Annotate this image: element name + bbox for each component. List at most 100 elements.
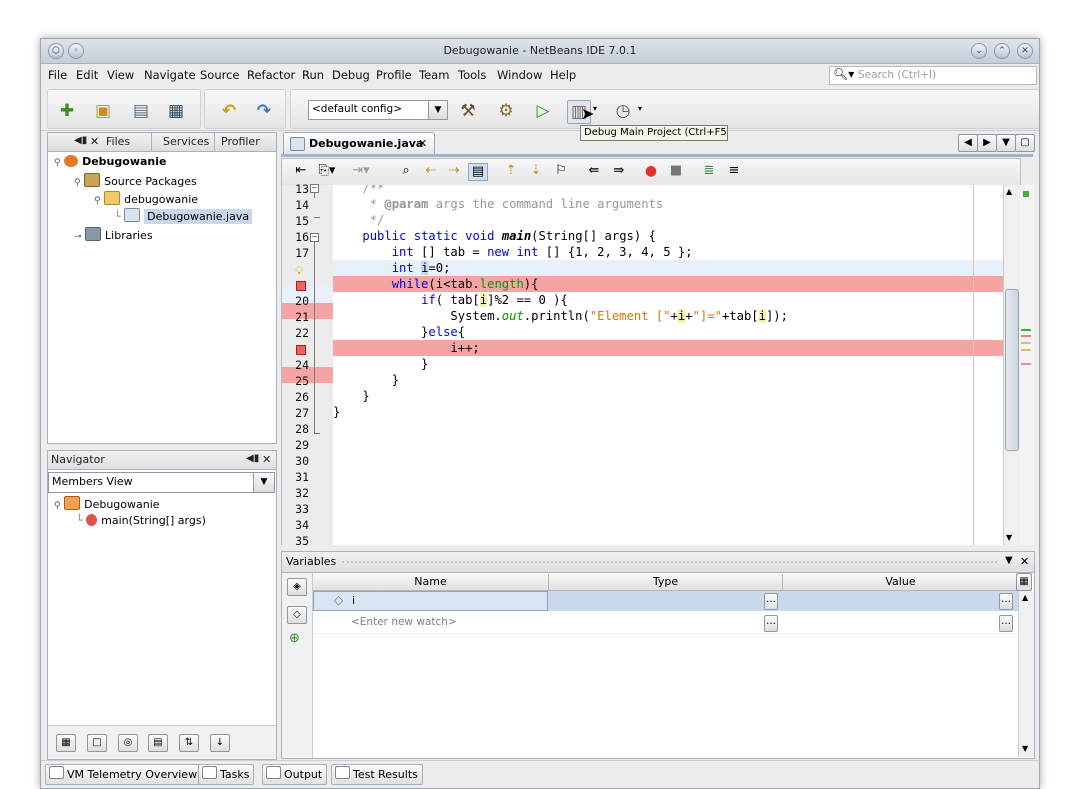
minimize-panel-icon[interactable]: ◀▮	[74, 135, 87, 146]
record-macro-icon[interactable]: ●	[642, 163, 660, 179]
variables-scrollbar[interactable]: ▲ ▼	[1018, 591, 1034, 757]
hint-bulb-icon[interactable]: 💡︎	[295, 264, 303, 279]
stripe-mark[interactable]	[1021, 363, 1031, 365]
toggle-bookmark-icon[interactable]: ⚐	[552, 163, 570, 179]
nav-item-class[interactable]: ⚲ Debugowanie	[54, 496, 160, 511]
minimize-icon[interactable]: ⌄	[971, 43, 987, 59]
build-icon[interactable]: ⚒	[457, 100, 479, 122]
run-icon[interactable]: ▷	[532, 100, 554, 122]
filter-fields-icon[interactable]: ▦	[56, 734, 76, 752]
menu-file[interactable]: File	[48, 68, 67, 82]
menu-source[interactable]: Source	[200, 68, 240, 82]
column-header-type[interactable]: Type	[549, 574, 783, 591]
filter-nonpublic-icon[interactable]: ◎	[118, 734, 138, 752]
toggle-highlight-icon[interactable]: ▤	[468, 163, 488, 181]
menu-view[interactable]: View	[107, 68, 134, 82]
close-panel-icon[interactable]: ✕	[90, 135, 99, 148]
new-watch-icon[interactable]: ⊕	[289, 631, 300, 646]
new-watch-row[interactable]: <Enter new watch> … …	[313, 613, 1018, 634]
locals-icon[interactable]: ◇	[287, 606, 307, 624]
close-tab-icon[interactable]: ✕	[418, 137, 427, 150]
variable-row[interactable]: ◇ i … …	[313, 591, 1018, 611]
column-chooser-icon[interactable]: ▦	[1016, 573, 1032, 591]
show-documents-icon[interactable]: ▼	[996, 134, 1016, 152]
breakpoint-icon[interactable]	[296, 345, 306, 355]
menu-refactor[interactable]: Refactor	[247, 68, 295, 82]
stripe-mark[interactable]	[1021, 342, 1031, 344]
menu-team[interactable]: Team	[419, 68, 449, 82]
test-results-button[interactable]: Test Results	[331, 764, 423, 785]
menu-run[interactable]: Run	[302, 68, 324, 82]
forward-icon[interactable]: ⇥▾	[352, 163, 370, 179]
menu-debug[interactable]: Debug	[332, 68, 370, 82]
chevron-down-icon[interactable]: ▼	[428, 101, 447, 119]
column-header-name[interactable]: Name	[313, 574, 549, 591]
find-next-icon[interactable]: ⇢	[445, 163, 463, 179]
menu-window[interactable]: Window	[497, 68, 542, 82]
expand-icon[interactable]: ⚲	[54, 501, 61, 511]
expand-icon[interactable]: ⊸	[74, 232, 82, 242]
stop-macro-icon[interactable]: ■	[667, 163, 685, 179]
scroll-tabs-left-icon[interactable]: ◀	[958, 134, 978, 152]
menu-tools[interactable]: Tools	[458, 68, 486, 82]
clean-build-icon[interactable]: ⚙	[495, 100, 517, 122]
prev-bookmark-icon[interactable]: ⇡	[502, 163, 520, 179]
filter-inherited-icon[interactable]: ▤	[148, 734, 168, 752]
nav-item-method[interactable]: └ main(String[] args)	[76, 514, 206, 527]
panel-menu-icon[interactable]: ▼	[1005, 555, 1013, 566]
search-box[interactable]: 🔍︎▾ Search (Ctrl+I)	[829, 66, 1037, 85]
expand-icon[interactable]: ⚲	[94, 196, 101, 206]
tree-item-source-packages[interactable]: ⚲ Source Packages	[74, 173, 197, 188]
scroll-tabs-right-icon[interactable]: ▶	[977, 134, 997, 152]
type-ellipsis-button[interactable]: …	[764, 615, 778, 632]
close-icon[interactable]: ✕	[1017, 43, 1033, 59]
uncomment-icon[interactable]: ≡	[725, 163, 743, 179]
sort-source-icon[interactable]: ↓	[210, 734, 230, 752]
close-panel-icon[interactable]: ✕	[262, 453, 271, 466]
expand-icon[interactable]: ⚲	[54, 158, 61, 168]
expand-icon[interactable]: ⚲	[74, 178, 81, 188]
chevron-down-icon[interactable]: ▼	[253, 473, 274, 492]
redo-icon[interactable]: ↷	[253, 100, 275, 122]
tab-profiler[interactable]: Profiler	[221, 135, 260, 148]
column-header-value[interactable]: Value	[783, 574, 1019, 591]
tree-item-java-file[interactable]: └ Debugowanie.java	[114, 208, 253, 224]
undo-icon[interactable]: ↶	[218, 100, 240, 122]
editor-scrollbar[interactable]: ▲ ▼	[1003, 185, 1020, 545]
scroll-up-icon[interactable]: ▲	[1006, 187, 1012, 196]
new-file-icon[interactable]: ✚	[56, 100, 78, 122]
find-icon[interactable]: ⌕	[397, 163, 415, 179]
profile-dropdown-icon[interactable]: ▾	[638, 104, 642, 113]
code-editor[interactable]: /** * @param args the command line argum…	[333, 185, 1003, 545]
editor-tab[interactable]: Debugowanie.java ✕	[283, 132, 435, 155]
history-icon[interactable]: ⎘▾	[318, 163, 336, 179]
search-icon[interactable]: 🔍︎▾	[833, 67, 854, 81]
scroll-down-icon[interactable]: ▼	[1006, 533, 1012, 542]
variable-name-cell[interactable]: ◇ i	[313, 591, 548, 611]
maximize-icon[interactable]: ⌃	[994, 43, 1010, 59]
config-select[interactable]: <default config> ▼	[308, 100, 448, 120]
minimize-panel-icon[interactable]: ◀▮	[246, 453, 259, 464]
value-ellipsis-button[interactable]: …	[999, 593, 1013, 610]
open-project-icon[interactable]: ▤	[130, 100, 152, 122]
search-input[interactable]: Search (Ctrl+I)	[858, 69, 936, 81]
maximize-editor-icon[interactable]: ▢	[1015, 134, 1035, 152]
breakpoint-icon[interactable]	[296, 281, 306, 291]
tab-services[interactable]: Services	[163, 135, 209, 148]
scroll-up-icon[interactable]: ▲	[1022, 593, 1028, 602]
tree-item-project[interactable]: ⚲ Debugowanie	[54, 155, 166, 168]
shift-right-icon[interactable]: ⇛	[610, 163, 628, 179]
stripe-mark[interactable]	[1021, 329, 1031, 331]
menu-edit[interactable]: Edit	[76, 68, 98, 82]
drag-handle[interactable]	[342, 561, 997, 563]
stripe-mark[interactable]	[1021, 335, 1031, 337]
scroll-down-icon[interactable]: ▼	[1022, 744, 1028, 753]
fold-collapse-icon[interactable]: −	[310, 184, 319, 193]
tasks-button[interactable]: Tasks	[198, 764, 255, 785]
filter-static-icon[interactable]: □	[87, 734, 107, 752]
new-project-icon[interactable]: ▣	[92, 100, 114, 122]
scrollbar-thumb[interactable]	[1005, 289, 1019, 451]
watch-icon[interactable]: ◈	[287, 578, 307, 596]
value-ellipsis-button[interactable]: …	[999, 615, 1013, 632]
comment-icon[interactable]: ≣	[700, 163, 718, 179]
